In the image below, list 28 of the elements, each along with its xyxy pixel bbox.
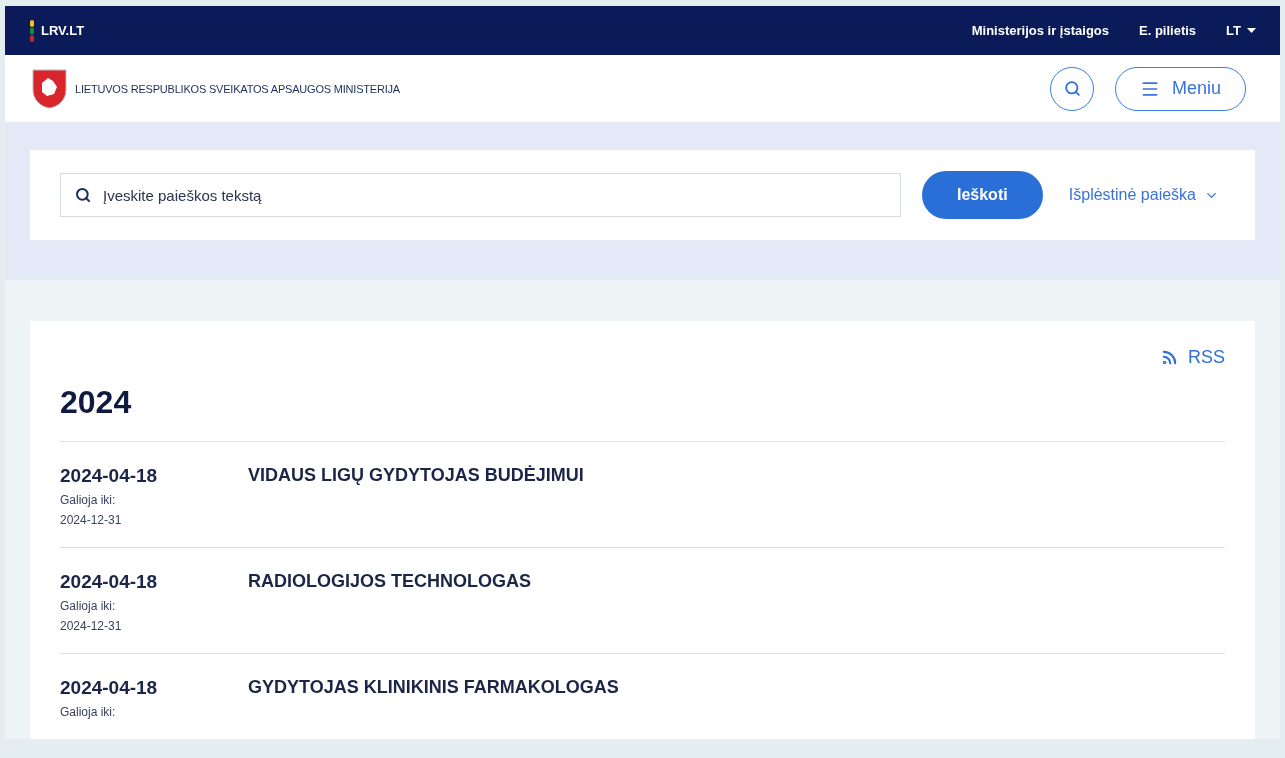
ministry-title: LIETUVOS RESPUBLIKOS SVEIKATOS APSAUGOS MINISTERIJA (75, 82, 400, 95)
top-link[interactable]: E. pilietis (1139, 23, 1197, 38)
publish-date: 2024-04-18 (60, 677, 159, 699)
search-icon (75, 187, 91, 203)
valid-until-date: 2024-12-31 (60, 513, 123, 527)
advanced-search-toggle[interactable]: Išplėstinė paieška (1062, 185, 1225, 205)
year-heading: 2024 (60, 384, 133, 421)
flag-stripes-icon (29, 19, 35, 42)
valid-until-date: 2024-12-31 (60, 619, 123, 633)
search-button[interactable] (1050, 66, 1094, 111)
search-icon (1063, 80, 1081, 97)
publish-date: 2024-04-18 (60, 571, 159, 593)
rss-link[interactable]: RSS (1161, 347, 1225, 368)
top-link[interactable]: Ministerijos ir įstaigos (971, 23, 1109, 38)
menu-button[interactable]: Meniu (1115, 66, 1246, 111)
brand-link[interactable]: LRV.LT (41, 23, 85, 38)
vacancy-title-link[interactable]: GYDYTOJAS KLINIKINIS FARMAKOLOGAS (248, 677, 619, 697)
vacancy-title-link[interactable]: VIDAUS LIGŲ GYDYTOJAS BUDĖJIMUI (248, 465, 584, 485)
valid-until-label: Galioja iki: (60, 599, 117, 613)
valid-until-label: Galioja iki: (60, 493, 117, 507)
caret-icon (1247, 28, 1256, 33)
search-field[interactable]: Įveskite paieškos tekstą (60, 173, 901, 217)
vacancy-title-link[interactable]: RADIOLOGIJOS TECHNOLOGAS (248, 571, 532, 591)
publish-date: 2024-04-18 (60, 465, 159, 487)
valid-until-label: Galioja iki: (60, 705, 117, 719)
rss-icon (1161, 349, 1178, 366)
language-selector[interactable]: LT (1226, 23, 1256, 38)
search-submit-button[interactable]: Ieškoti (921, 171, 1043, 219)
